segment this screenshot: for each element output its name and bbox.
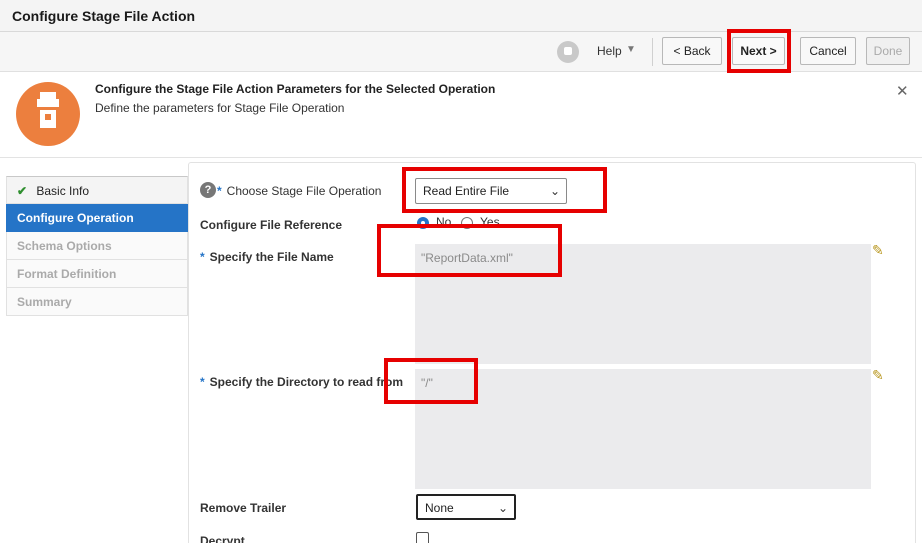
nav-step-basic-info[interactable]: ✔ Basic Info bbox=[6, 176, 188, 204]
nav-step-label: Schema Options bbox=[17, 239, 112, 253]
nav-step-label: Basic Info bbox=[36, 184, 90, 198]
decrypt-label: Decrypt bbox=[200, 534, 245, 543]
nav-step-summary: Summary bbox=[6, 288, 188, 316]
window-title: Configure Stage File Action bbox=[12, 8, 196, 24]
caret-down-icon[interactable]: ▼ bbox=[626, 44, 636, 55]
file-name-label: * Specify the File Name bbox=[200, 250, 334, 264]
close-icon[interactable]: ✕ bbox=[896, 82, 909, 100]
toolbar-divider bbox=[652, 38, 653, 66]
back-button[interactable]: < Back bbox=[662, 37, 722, 65]
header-title: Configure the Stage File Action Paramete… bbox=[95, 82, 496, 96]
remove-trailer-select-value: None bbox=[425, 501, 454, 515]
operation-select[interactable]: Read Entire File ⌄ bbox=[415, 178, 567, 204]
chevron-down-icon: ⌄ bbox=[497, 501, 508, 515]
decrypt-checkbox[interactable] bbox=[416, 532, 429, 543]
stage-file-action-icon bbox=[16, 82, 80, 146]
nav-step-label: Configure Operation bbox=[17, 211, 134, 225]
nav-step-format-definition: Format Definition bbox=[6, 260, 188, 288]
file-reference-yes-radio[interactable] bbox=[461, 217, 473, 229]
required-marker: * bbox=[217, 184, 222, 198]
remove-trailer-label: Remove Trailer bbox=[200, 501, 287, 515]
check-icon: ✔ bbox=[17, 184, 28, 198]
help-menu-label[interactable]: Help bbox=[597, 44, 622, 58]
wizard-steps-nav: ✔ Basic Info Configure Operation Schema … bbox=[6, 176, 188, 316]
required-marker: * bbox=[200, 375, 205, 389]
file-reference-yes-label: Yes bbox=[480, 215, 500, 229]
operation-label: * Choose Stage File Operation bbox=[217, 184, 382, 198]
done-button: Done bbox=[866, 37, 910, 65]
nav-step-label: Summary bbox=[17, 295, 72, 309]
chevron-down-icon: ⌄ bbox=[549, 184, 560, 198]
file-reference-no-label: No bbox=[436, 215, 452, 229]
file-reference-no-radio[interactable] bbox=[417, 217, 429, 229]
operation-select-value: Read Entire File bbox=[423, 184, 510, 198]
file-reference-label: Configure File Reference bbox=[200, 218, 343, 232]
edit-directory-pencil-icon[interactable]: ✎ bbox=[872, 367, 884, 384]
help-avatar-icon[interactable] bbox=[557, 41, 579, 63]
next-button[interactable]: Next > bbox=[732, 37, 785, 65]
cancel-button[interactable]: Cancel bbox=[800, 37, 856, 65]
edit-file-name-pencil-icon[interactable]: ✎ bbox=[872, 242, 884, 259]
remove-trailer-select[interactable]: None ⌄ bbox=[416, 494, 516, 520]
required-marker: * bbox=[200, 250, 205, 264]
header-subtitle: Define the parameters for Stage File Ope… bbox=[95, 101, 345, 115]
file-name-expression-field[interactable]: "ReportData.xml" bbox=[415, 244, 871, 364]
directory-expression-field[interactable]: "/" bbox=[415, 369, 871, 489]
directory-label: * Specify the Directory to read from bbox=[200, 375, 404, 389]
nav-step-configure-operation[interactable]: Configure Operation bbox=[6, 204, 188, 232]
nav-step-label: Format Definition bbox=[17, 267, 117, 281]
nav-step-schema-options: Schema Options bbox=[6, 232, 188, 260]
question-icon[interactable]: ? bbox=[200, 182, 216, 198]
title-bar: Configure Stage File Action bbox=[0, 0, 922, 32]
